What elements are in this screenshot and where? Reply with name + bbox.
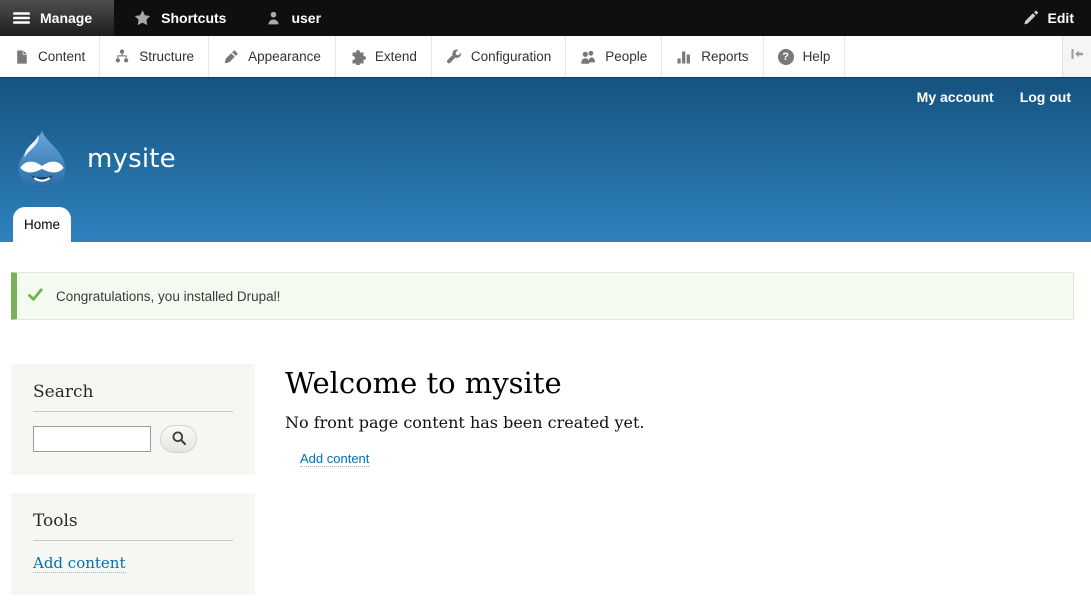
menu-item-label: Reports xyxy=(701,49,748,64)
checkmark-icon xyxy=(28,288,43,304)
manage-tab[interactable]: Manage xyxy=(0,0,114,36)
admin-toolbar: Manage Shortcuts user Edit xyxy=(0,0,1091,36)
people-icon xyxy=(580,49,596,65)
collapse-left-icon xyxy=(1069,46,1085,67)
menu-item-label: Extend xyxy=(375,49,417,64)
bar-chart-icon xyxy=(676,49,692,65)
search-block: Search xyxy=(11,364,255,475)
search-form xyxy=(33,425,233,453)
question-icon: ? xyxy=(778,49,794,65)
sidebar-first: Search Tools Add content xyxy=(11,364,255,613)
druplicon-logo[interactable] xyxy=(12,128,72,190)
log-out-link[interactable]: Log out xyxy=(1020,89,1071,105)
menu-item-label: Help xyxy=(803,49,831,64)
add-content-link-main[interactable]: Add content xyxy=(300,451,369,467)
admin-menu-tray: Content Structure Appearance Extend xyxy=(0,36,1091,77)
page-layout: Search Tools Add content xyxy=(11,364,1074,613)
site-header: My account Log out mysite Home xyxy=(0,77,1091,242)
toolbar-collapse-button[interactable] xyxy=(1062,36,1091,77)
menu-item-configuration[interactable]: Configuration xyxy=(432,36,566,77)
wrench-icon xyxy=(446,49,462,65)
pencil-icon xyxy=(1022,10,1039,26)
menu-item-label: People xyxy=(605,49,647,64)
tools-block: Tools Add content xyxy=(11,493,255,595)
hamburger-icon xyxy=(13,10,30,26)
tools-block-title: Tools xyxy=(33,511,233,541)
menu-item-people[interactable]: People xyxy=(566,36,662,77)
search-block-title: Search xyxy=(33,382,233,412)
tab-home-label: Home xyxy=(24,217,60,232)
menu-item-appearance[interactable]: Appearance xyxy=(209,36,336,77)
tools-menu: Add content xyxy=(33,554,233,573)
node-add-list: Add content xyxy=(300,450,1074,468)
edit-button[interactable]: Edit xyxy=(1005,0,1091,36)
sitemap-icon xyxy=(114,49,130,64)
menu-item-label: Appearance xyxy=(248,49,321,64)
secondary-menu: My account Log out xyxy=(917,89,1071,105)
menu-item-label: Content xyxy=(38,49,85,64)
site-name[interactable]: mysite xyxy=(87,144,176,174)
my-account-link[interactable]: My account xyxy=(917,89,994,105)
add-content-link-sidebar[interactable]: Add content xyxy=(33,554,126,573)
search-icon xyxy=(171,430,187,449)
main-content: Welcome to mysite No front page content … xyxy=(255,364,1074,468)
shortcuts-tab[interactable]: Shortcuts xyxy=(114,0,246,36)
site-branding: mysite xyxy=(12,128,176,190)
shortcuts-label: Shortcuts xyxy=(161,10,226,26)
status-message: Congratulations, you installed Drupal! xyxy=(11,272,1074,320)
user-tab[interactable]: user xyxy=(246,0,341,36)
menu-item-label: Structure xyxy=(139,49,194,64)
empty-frontpage-text: No front page content has been created y… xyxy=(285,413,1074,432)
menu-item-structure[interactable]: Structure xyxy=(100,36,209,77)
edit-label: Edit xyxy=(1048,10,1074,26)
puzzle-icon xyxy=(350,49,366,65)
page-title: Welcome to mysite xyxy=(285,366,1074,400)
menu-item-reports[interactable]: Reports xyxy=(662,36,763,77)
highlighted-region: Congratulations, you installed Drupal! xyxy=(11,272,1074,320)
search-submit-button[interactable] xyxy=(160,425,197,453)
user-label: user xyxy=(291,10,321,26)
tab-home[interactable]: Home xyxy=(13,207,71,242)
menu-item-label: Configuration xyxy=(471,49,551,64)
menu-item-extend[interactable]: Extend xyxy=(336,36,432,77)
user-icon xyxy=(266,10,281,26)
menu-item-content[interactable]: Content xyxy=(0,36,100,77)
menu-item-help[interactable]: ? Help xyxy=(764,36,846,77)
star-icon xyxy=(134,10,151,26)
document-icon xyxy=(14,49,29,65)
search-input[interactable] xyxy=(33,426,151,452)
status-message-text: Congratulations, you installed Drupal! xyxy=(56,289,280,304)
paintbrush-icon xyxy=(223,49,239,65)
manage-label: Manage xyxy=(40,10,92,26)
